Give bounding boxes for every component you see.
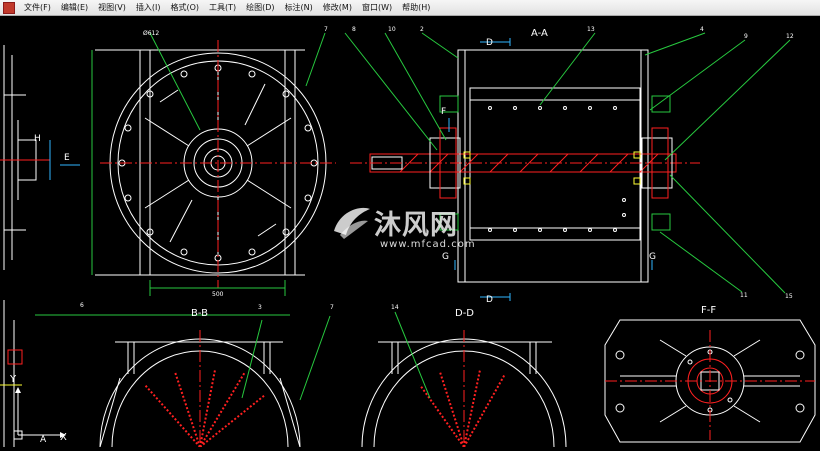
watermark-brand: 沐风网	[374, 210, 458, 241]
menu-edit[interactable]: 编辑(E)	[56, 1, 93, 15]
balloon-12: 12	[786, 33, 794, 40]
view-marker-f: F	[441, 107, 446, 117]
balloon-7a: 7	[324, 26, 328, 33]
section-label-aa: A-A	[531, 28, 548, 39]
view-marker-e: E	[64, 153, 70, 163]
menu-insert[interactable]: 插入(I)	[131, 1, 166, 15]
view-marker-g-right: G	[649, 252, 656, 262]
view-marker-d-top: D	[486, 38, 493, 48]
menu-draw[interactable]: 绘图(D)	[241, 1, 279, 15]
section-label-dd: D-D	[455, 308, 474, 319]
dimension-diameter: Ø612	[143, 30, 159, 37]
watermark-url: www.mfcad.com	[380, 239, 476, 250]
menu-bar: 文件(F) 编辑(E) 视图(V) 插入(I) 格式(O) 工具(T) 绘图(D…	[0, 0, 820, 16]
balloon-3: 3	[258, 304, 262, 311]
watermark: 沐风网 www.mfcad.com	[330, 201, 495, 261]
menu-window[interactable]: 窗口(W)	[357, 1, 397, 15]
ucs-y-label: Y	[10, 374, 17, 385]
balloon-14: 14	[391, 304, 399, 311]
ucs-x-label: X	[60, 432, 67, 443]
left-partial-view	[0, 45, 51, 270]
balloon-6: 6	[80, 302, 84, 309]
balloon-10: 10	[388, 26, 396, 33]
menu-modify[interactable]: 修改(M)	[318, 1, 357, 15]
balloon-13: 13	[587, 26, 595, 33]
menu-view[interactable]: 视图(V)	[93, 1, 131, 15]
balloon-7b: 7	[330, 304, 334, 311]
balloon-4: 4	[700, 26, 704, 33]
menu-format[interactable]: 格式(O)	[165, 1, 204, 15]
balloon-9: 9	[744, 33, 748, 40]
front-view	[60, 32, 336, 296]
section-dd-view	[361, 311, 567, 448]
section-label-bb: B-B	[191, 308, 208, 319]
view-marker-h: H	[34, 134, 41, 144]
balloon-8: 8	[352, 26, 356, 33]
balloon-2: 2	[420, 26, 424, 33]
app-icon[interactable]	[3, 1, 15, 14]
drawing-canvas[interactable]: A-A B-B D-D F-F D D E F G G H A 7 8 10 2…	[0, 16, 820, 448]
section-bb-view	[35, 314, 331, 448]
ucs-icon	[13, 387, 66, 440]
menu-help[interactable]: 帮助(H)	[397, 1, 435, 15]
balloon-15: 15	[785, 293, 793, 300]
watermark-logo-icon	[334, 207, 370, 239]
section-label-ff: F-F	[701, 305, 716, 316]
menu-file[interactable]: 文件(F)	[19, 1, 56, 15]
dimension-500: 500	[212, 291, 224, 298]
balloon-11: 11	[740, 292, 748, 299]
section-ff-view	[604, 319, 816, 443]
menu-dimension[interactable]: 标注(N)	[280, 1, 318, 15]
menu-tools[interactable]: 工具(T)	[204, 1, 241, 15]
view-marker-d-bottom: D	[486, 295, 493, 305]
